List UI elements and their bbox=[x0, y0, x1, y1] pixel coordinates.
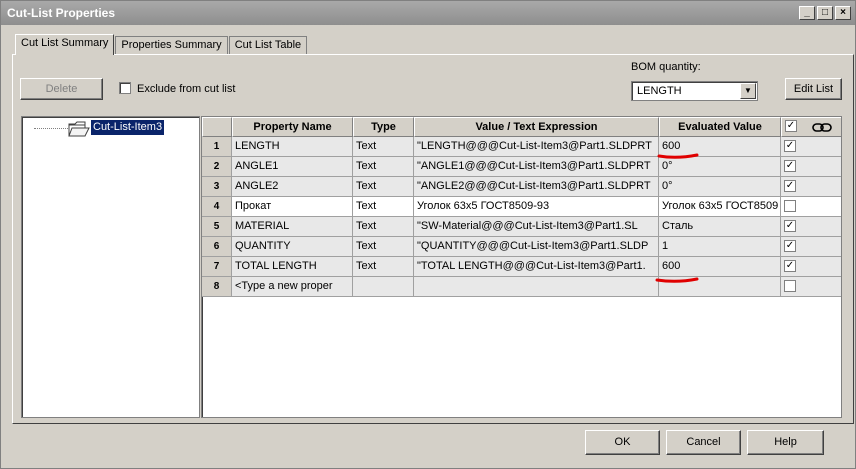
cell-property-name[interactable]: LENGTH bbox=[232, 137, 353, 157]
cut-list-tree[interactable]: Cut-List-Item3 bbox=[21, 116, 200, 418]
cell-include: ✓ bbox=[781, 137, 841, 157]
tab-strip: Cut List Summary Properties Summary Cut … bbox=[15, 34, 308, 55]
cell-include: ✓ bbox=[781, 177, 841, 197]
table-row[interactable]: 5 MATERIAL Text "SW-Material@@@Cut-List-Ite… bbox=[202, 217, 841, 237]
check-icon[interactable]: ✓ bbox=[784, 180, 796, 192]
include-checkbox[interactable] bbox=[784, 280, 796, 292]
check-icon[interactable]: ✓ bbox=[785, 120, 797, 132]
cell-evaluated-value[interactable]: Уголок 63x5 ГОСТ8509 bbox=[659, 197, 781, 217]
col-header-evaluated-value[interactable]: Evaluated Value bbox=[659, 117, 781, 137]
cell-type[interactable]: Text bbox=[353, 197, 414, 217]
cell-expression[interactable]: "TOTAL LENGTH@@@Cut-List-Item3@Part1. bbox=[414, 257, 659, 277]
table-row[interactable]: 2 ANGLE1 Text "ANGLE1@@@Cut-List-Item3@Part… bbox=[202, 157, 841, 177]
title-bar[interactable]: Cut-List Properties _ □ × bbox=[1, 1, 855, 25]
exclude-checkbox[interactable] bbox=[119, 82, 131, 94]
table-row[interactable]: 8 <Type a new proper bbox=[202, 277, 841, 297]
cell-type[interactable]: Text bbox=[353, 217, 414, 237]
cell-type[interactable]: Text bbox=[353, 157, 414, 177]
minimize-icon[interactable]: _ bbox=[799, 6, 815, 20]
folder-icon bbox=[68, 121, 90, 137]
cell-include bbox=[781, 197, 841, 217]
red-underline-mark bbox=[655, 277, 699, 283]
cell-evaluated-value[interactable]: 600 bbox=[659, 257, 781, 277]
col-header-expression[interactable]: Value / Text Expression bbox=[414, 117, 659, 137]
table-row[interactable]: 4 Прокат Text Уголок 63x5 ГОСТ8509-93 Уголок… bbox=[202, 197, 841, 217]
row-number[interactable]: 1 bbox=[202, 137, 232, 157]
check-icon[interactable]: ✓ bbox=[784, 220, 796, 232]
table-row[interactable]: 1 LENGTH Text "LENGTH@@@Cut-List-Item3@Part… bbox=[202, 137, 841, 157]
cell-include: ✓ bbox=[781, 257, 841, 277]
maximize-icon[interactable]: □ bbox=[817, 6, 833, 20]
col-header-type[interactable]: Type bbox=[353, 117, 414, 137]
col-header-include[interactable]: ✓ bbox=[781, 117, 841, 137]
row-number[interactable]: 4 bbox=[202, 197, 232, 217]
cell-expression[interactable]: "SW-Material@@@Cut-List-Item3@Part1.SL bbox=[414, 217, 659, 237]
bom-quantity-value: LENGTH bbox=[637, 85, 682, 97]
tab-cut-list-table[interactable]: Cut List Table bbox=[228, 36, 308, 55]
cell-evaluated-value[interactable]: Сталь bbox=[659, 217, 781, 237]
include-checkbox[interactable] bbox=[784, 200, 796, 212]
tree-item-cut-list-item3[interactable]: Cut-List-Item3 bbox=[91, 120, 165, 135]
check-icon[interactable]: ✓ bbox=[784, 240, 796, 252]
row-number[interactable]: 6 bbox=[202, 237, 232, 257]
cell-property-name[interactable]: TOTAL LENGTH bbox=[232, 257, 353, 277]
row-number[interactable]: 8 bbox=[202, 277, 232, 297]
cell-include: ✓ bbox=[781, 237, 841, 257]
help-button[interactable]: Help bbox=[747, 430, 824, 455]
cell-property-name[interactable]: <Type a new proper bbox=[232, 277, 353, 297]
cell-expression[interactable]: "ANGLE1@@@Cut-List-Item3@Part1.SLDPRT bbox=[414, 157, 659, 177]
chevron-down-icon[interactable]: ▼ bbox=[740, 83, 756, 99]
table-row[interactable]: 3 ANGLE2 Text "ANGLE2@@@Cut-List-Item3@Part… bbox=[202, 177, 841, 197]
cell-property-name[interactable]: MATERIAL bbox=[232, 217, 353, 237]
check-icon[interactable]: ✓ bbox=[784, 140, 796, 152]
cell-evaluated-value[interactable]: 1 bbox=[659, 237, 781, 257]
cell-type[interactable]: Text bbox=[353, 257, 414, 277]
cell-property-name[interactable]: ANGLE2 bbox=[232, 177, 353, 197]
tree-connector bbox=[34, 128, 68, 129]
cell-expression[interactable]: "QUANTITY@@@Cut-List-Item3@Part1.SLDP bbox=[414, 237, 659, 257]
check-icon[interactable]: ✓ bbox=[784, 160, 796, 172]
cell-type[interactable] bbox=[353, 277, 414, 297]
row-number[interactable]: 3 bbox=[202, 177, 232, 197]
col-header-property-name[interactable]: Property Name bbox=[232, 117, 353, 137]
cell-include: ✓ bbox=[781, 217, 841, 237]
row-number[interactable]: 7 bbox=[202, 257, 232, 277]
bom-quantity-label: BOM quantity: bbox=[631, 61, 701, 73]
ok-button[interactable]: OK bbox=[585, 430, 660, 455]
exclude-label: Exclude from cut list bbox=[137, 83, 236, 95]
cell-type[interactable]: Text bbox=[353, 237, 414, 257]
delete-button[interactable]: Delete bbox=[20, 78, 103, 100]
cell-expression[interactable]: "ANGLE2@@@Cut-List-Item3@Part1.SLDPRT bbox=[414, 177, 659, 197]
row-number[interactable]: 5 bbox=[202, 217, 232, 237]
bom-quantity-select[interactable]: LENGTH ▼ bbox=[631, 81, 758, 101]
tab-properties-summary[interactable]: Properties Summary bbox=[115, 36, 228, 55]
tab-cut-list-summary[interactable]: Cut List Summary bbox=[15, 34, 115, 55]
cell-property-name[interactable]: QUANTITY bbox=[232, 237, 353, 257]
cell-include: ✓ bbox=[781, 157, 841, 177]
corner-header[interactable] bbox=[202, 117, 232, 137]
cell-expression[interactable]: Уголок 63x5 ГОСТ8509-93 bbox=[414, 197, 659, 217]
row-number[interactable]: 2 bbox=[202, 157, 232, 177]
window-title: Cut-List Properties bbox=[7, 6, 116, 20]
link-icon bbox=[812, 123, 832, 132]
edit-list-button[interactable]: Edit List bbox=[785, 78, 842, 100]
check-icon[interactable]: ✓ bbox=[784, 260, 796, 272]
cell-type[interactable]: Text bbox=[353, 177, 414, 197]
cell-property-name[interactable]: ANGLE1 bbox=[232, 157, 353, 177]
table-row[interactable]: 6 QUANTITY Text "QUANTITY@@@Cut-List-Item3@… bbox=[202, 237, 841, 257]
cut-list-properties-window: Cut-List Properties _ □ × Cut List Summa… bbox=[0, 0, 856, 469]
cell-include bbox=[781, 277, 841, 297]
table-row[interactable]: 7 TOTAL LENGTH Text "TOTAL LENGTH@@@Cut-Lis… bbox=[202, 257, 841, 277]
cell-expression[interactable]: "LENGTH@@@Cut-List-Item3@Part1.SLDPRT bbox=[414, 137, 659, 157]
cell-property-name[interactable]: Прокат bbox=[232, 197, 353, 217]
cancel-button[interactable]: Cancel bbox=[666, 430, 741, 455]
close-icon[interactable]: × bbox=[835, 6, 851, 20]
properties-grid[interactable]: Property Name Type Value / Text Expressi… bbox=[201, 116, 842, 418]
cell-expression[interactable] bbox=[414, 277, 659, 297]
cell-type[interactable]: Text bbox=[353, 137, 414, 157]
cell-evaluated-value[interactable]: 0° bbox=[659, 177, 781, 197]
window-controls: _ □ × bbox=[797, 6, 851, 20]
red-underline-mark bbox=[657, 153, 699, 159]
